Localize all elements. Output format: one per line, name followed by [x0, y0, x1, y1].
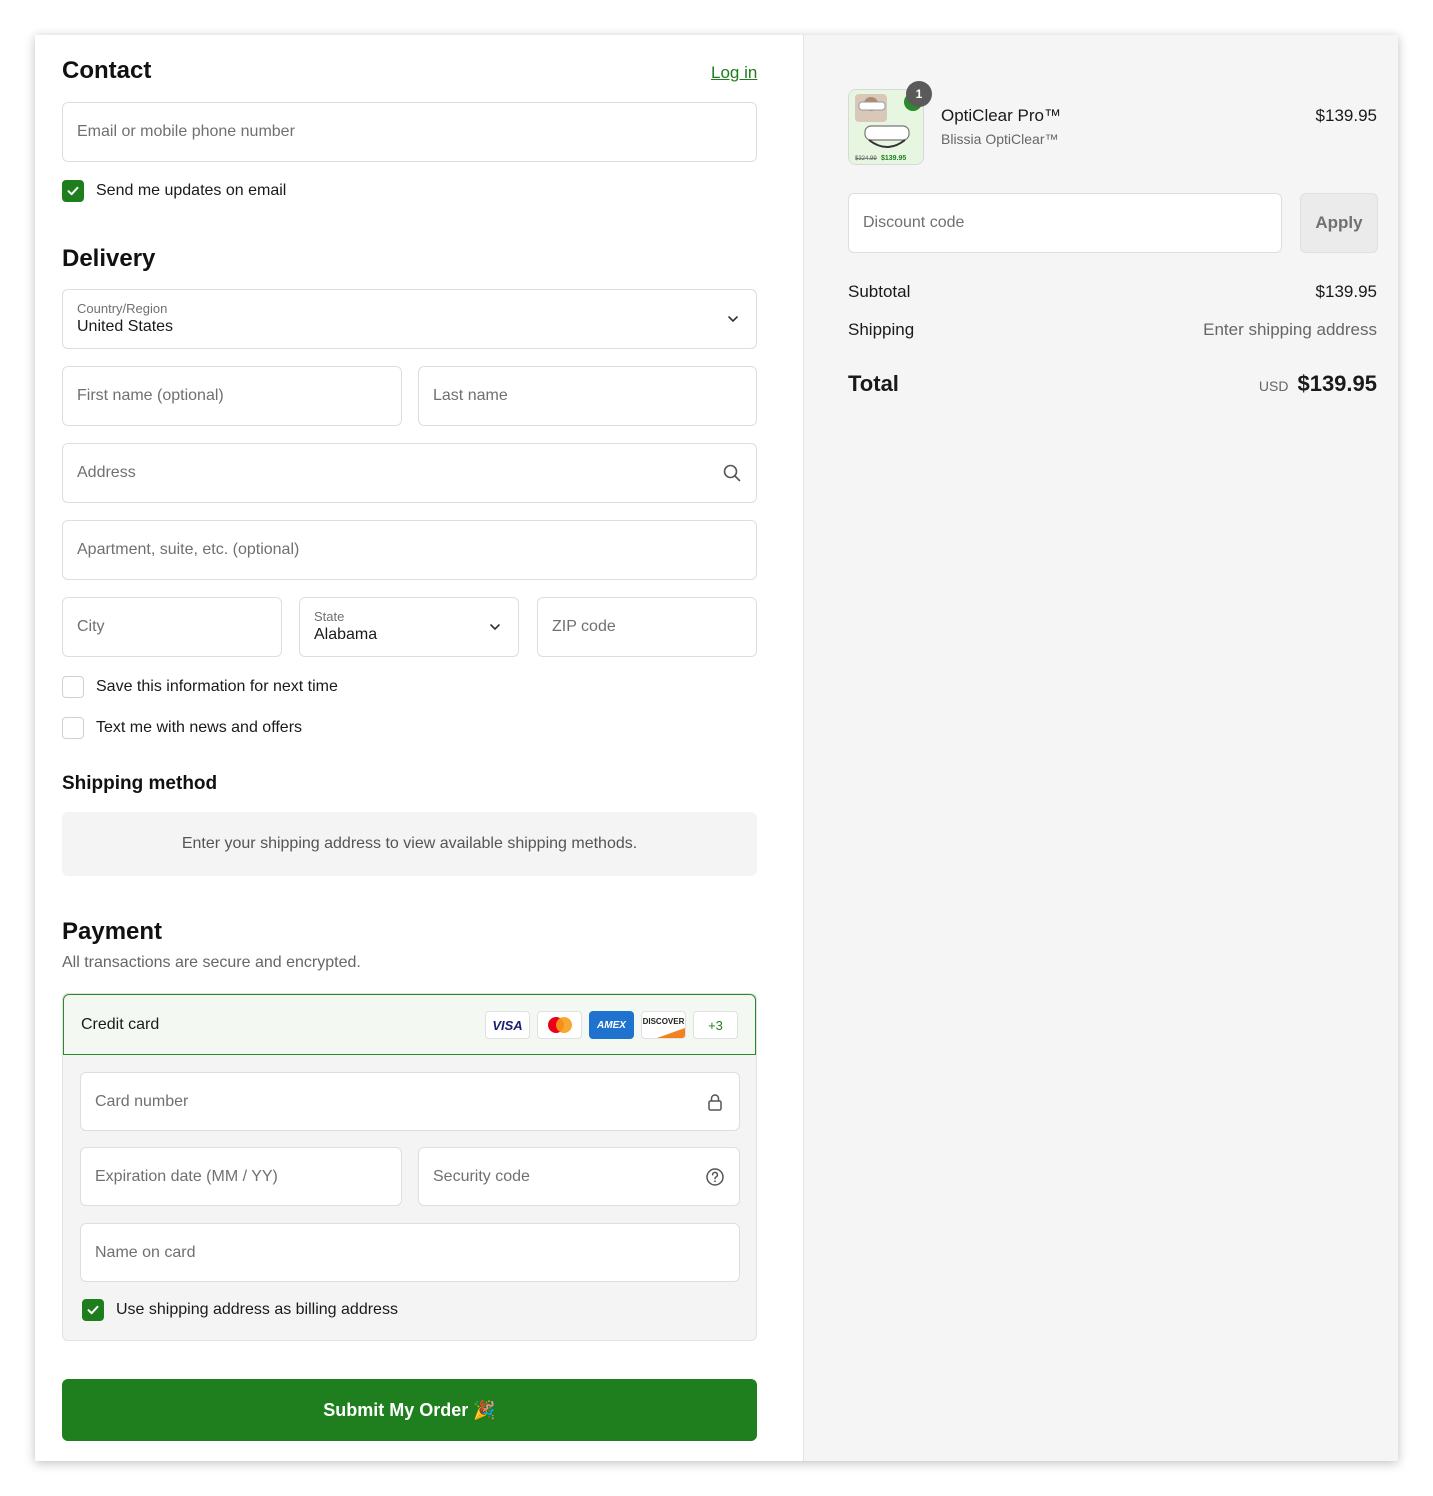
updates-checkbox[interactable] — [62, 180, 84, 202]
security-code-input[interactable] — [433, 1148, 725, 1205]
payment-heading: Payment — [62, 918, 163, 945]
delivery-heading: Delivery — [62, 245, 156, 272]
checkmark-icon — [87, 1305, 99, 1315]
address-field[interactable] — [62, 443, 757, 503]
svg-text:$139.95: $139.95 — [881, 155, 906, 162]
zip-input[interactable] — [552, 598, 742, 656]
total-block: USD $139.95 — [1259, 371, 1377, 397]
total-value: $139.95 — [1297, 371, 1377, 396]
payment-box: Credit card VISA AMEX DISCOVER +3 Card n… — [62, 993, 757, 1341]
apply-button[interactable]: Apply — [1300, 193, 1378, 253]
text-offers-row[interactable]: Text me with news and offers — [62, 717, 302, 739]
amex-icon: AMEX — [589, 1011, 634, 1039]
shipping-method-heading: Shipping method — [62, 773, 218, 794]
city-field[interactable] — [62, 597, 282, 657]
mastercard-icon — [537, 1011, 582, 1039]
expiration-input[interactable] — [95, 1148, 387, 1205]
discount-field[interactable] — [848, 193, 1282, 253]
shipping-method-message: Enter your shipping address to view avai… — [62, 812, 757, 876]
text-offers-label: Text me with news and offers — [96, 719, 303, 736]
city-input[interactable] — [77, 598, 267, 656]
currency-label: USD — [1258, 378, 1289, 394]
first-name-field[interactable] — [62, 366, 402, 426]
zip-field[interactable] — [537, 597, 757, 657]
chevron-down-icon — [728, 316, 738, 323]
state-value: Alabama — [314, 626, 378, 643]
help-icon[interactable] — [705, 1167, 725, 1187]
country-label: Country/Region — [77, 301, 168, 316]
email-input[interactable] — [77, 103, 742, 161]
first-name-input[interactable] — [77, 367, 387, 425]
save-info-row[interactable]: Save this information for next time — [62, 676, 338, 698]
credit-card-label: Credit card — [81, 1015, 160, 1033]
product-price: $139.95 — [1315, 106, 1377, 125]
last-name-field[interactable] — [418, 366, 757, 426]
address-input[interactable] — [77, 444, 742, 502]
search-icon[interactable] — [722, 463, 742, 483]
discover-icon: DISCOVER — [641, 1011, 686, 1039]
billing-same-label: Use shipping address as billing address — [116, 1301, 398, 1318]
card-number-input[interactable] — [95, 1073, 725, 1130]
name-on-card-field[interactable] — [80, 1223, 740, 1282]
card-number-field[interactable] — [80, 1072, 740, 1131]
shipping-label: Shipping — [848, 320, 915, 339]
quantity-badge: 1 — [906, 81, 932, 107]
svg-text:$324.99: $324.99 — [855, 156, 877, 162]
product-variant: Blissia OptiClear™ — [941, 131, 1059, 147]
email-field[interactable] — [62, 102, 757, 162]
discount-input[interactable] — [863, 194, 1267, 252]
updates-checkbox-row[interactable]: Send me updates on email — [62, 180, 286, 202]
text-offers-checkbox[interactable] — [62, 717, 84, 739]
apartment-field[interactable] — [62, 520, 757, 580]
security-code-field[interactable] — [418, 1147, 740, 1206]
country-select[interactable]: Country/Region United States — [62, 289, 757, 349]
billing-same-checkbox[interactable] — [82, 1299, 104, 1321]
more-brands-badge: +3 — [693, 1011, 738, 1039]
shipping-value: Enter shipping address — [1203, 320, 1377, 339]
subtotal-label: Subtotal — [848, 282, 911, 301]
last-name-input[interactable] — [433, 367, 742, 425]
apartment-input[interactable] — [77, 521, 742, 579]
expiration-field[interactable] — [80, 1147, 402, 1206]
updates-label: Send me updates on email — [96, 182, 287, 199]
checkout-form: Contact Log in Send me updates on email … — [35, 35, 803, 1461]
credit-card-option[interactable]: Credit card VISA AMEX DISCOVER +3 — [63, 994, 756, 1055]
save-info-checkbox[interactable] — [62, 676, 84, 698]
order-summary: $324.99 $139.95 1 OptiClear Pro™ Blissia… — [803, 35, 1398, 1461]
country-value: United States — [77, 318, 174, 335]
login-link[interactable]: Log in — [711, 63, 757, 83]
chevron-down-icon — [490, 624, 500, 631]
contact-heading: Contact — [62, 57, 152, 84]
billing-same-row[interactable]: Use shipping address as billing address — [82, 1299, 398, 1321]
payment-subtitle: All transactions are secure and encrypte… — [62, 954, 361, 971]
subtotal-value: $139.95 — [1315, 282, 1377, 301]
state-label: State — [314, 609, 345, 624]
visa-icon: VISA — [485, 1011, 530, 1039]
checkout-window: Contact Log in Send me updates on email … — [35, 35, 1398, 1461]
card-brands: VISA AMEX DISCOVER +3 — [485, 1011, 738, 1039]
save-info-label: Save this information for next time — [96, 678, 338, 695]
state-select[interactable]: State Alabama — [299, 597, 519, 657]
product-name: OptiClear Pro™ — [941, 106, 1061, 125]
checkmark-icon — [67, 186, 79, 196]
total-label: Total — [848, 371, 899, 396]
lock-icon — [708, 1094, 722, 1111]
name-on-card-input[interactable] — [95, 1224, 725, 1281]
submit-order-button[interactable]: Submit My Order 🎉 — [62, 1379, 757, 1441]
